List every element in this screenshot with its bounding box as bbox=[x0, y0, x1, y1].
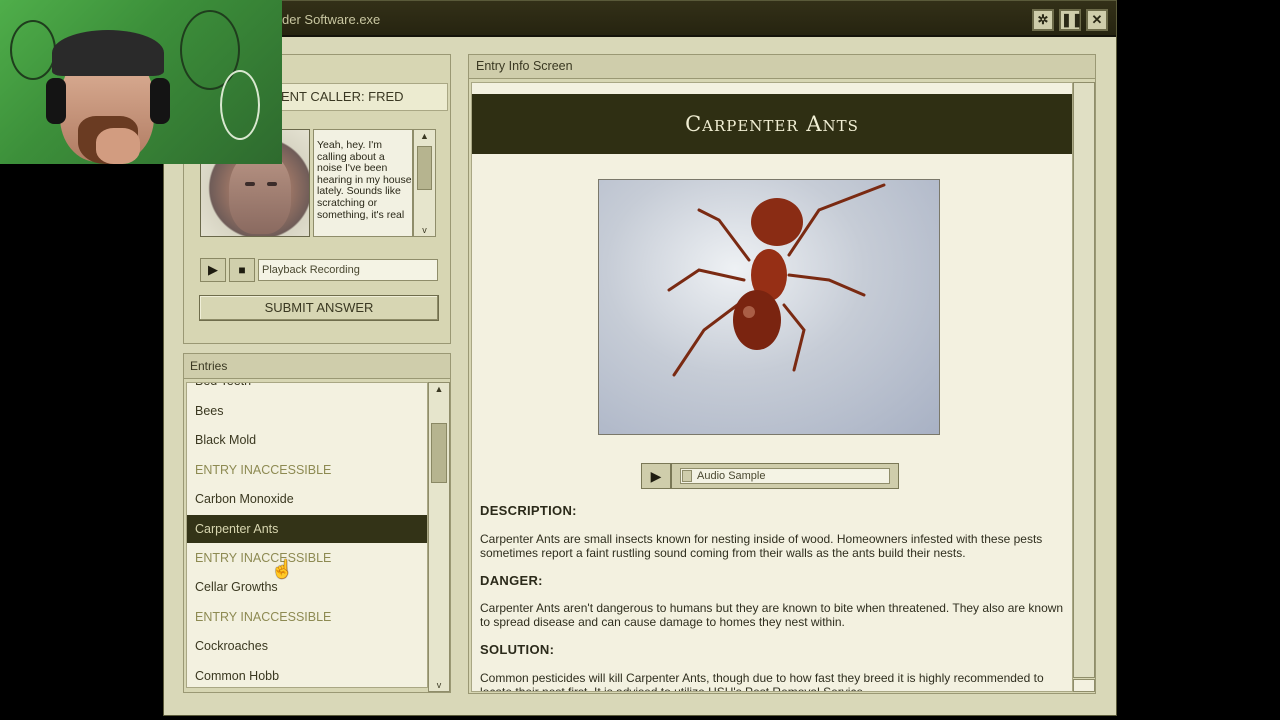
entry-info-content: Carpenter Ants ▶ Audio Sample DESCRIPTIO… bbox=[471, 82, 1073, 692]
list-item[interactable]: Common Hobb bbox=[187, 662, 427, 687]
app-window: der Software.exe ✲ ❚❚ ✕ ENT CALLER: FRED… bbox=[163, 0, 1117, 716]
description-text: Carpenter Ants are small insects known f… bbox=[480, 532, 1043, 560]
transcript-scroll-thumb[interactable] bbox=[417, 146, 432, 190]
list-item[interactable]: Black Mold bbox=[187, 426, 427, 454]
scroll-up-icon[interactable]: ▲ bbox=[414, 130, 435, 142]
entries-scroll-thumb[interactable] bbox=[431, 423, 447, 483]
ant-illustration bbox=[667, 183, 886, 377]
audio-progress-knob[interactable] bbox=[682, 470, 692, 482]
description-heading: DESCRIPTION: bbox=[480, 503, 577, 518]
close-button[interactable]: ✕ bbox=[1086, 9, 1108, 31]
webcam-background-figure bbox=[220, 70, 260, 140]
window-title: der Software.exe bbox=[282, 12, 381, 27]
pointer-cursor-icon: ☝ bbox=[271, 559, 294, 579]
stop-icon: ■ bbox=[238, 263, 246, 277]
webcam-overlay bbox=[0, 0, 282, 164]
solution-heading: SOLUTION: bbox=[480, 642, 555, 657]
caller-eye-left bbox=[245, 182, 255, 186]
pause-icon: ❚❚ bbox=[1061, 12, 1083, 27]
headphone-left bbox=[46, 78, 66, 124]
play-icon: ▶ bbox=[208, 262, 218, 277]
submit-answer-button[interactable]: SUBMIT ANSWER bbox=[199, 295, 439, 321]
gear-icon: ✲ bbox=[1037, 12, 1049, 27]
scroll-up-icon[interactable]: ▲ bbox=[429, 383, 449, 395]
audio-play-button[interactable]: ▶ bbox=[641, 463, 671, 489]
entry-info-panel: Entry Info Screen Carpenter Ants ▶ Audio… bbox=[468, 54, 1096, 694]
danger-text: Carpenter Ants aren't dangerous to human… bbox=[480, 601, 1064, 629]
scroll-down-icon[interactable]: v bbox=[429, 679, 449, 691]
list-item[interactable]: Carbon Monoxide bbox=[187, 485, 427, 513]
play-recording-button[interactable]: ▶ bbox=[200, 258, 226, 282]
list-item-selected[interactable]: Carpenter Ants bbox=[187, 515, 427, 543]
entries-header: Entries bbox=[184, 354, 450, 379]
settings-button[interactable]: ✲ bbox=[1032, 9, 1054, 31]
solution-text: Common pesticides will kill Carpenter An… bbox=[480, 671, 1044, 692]
entries-panel: Entries Bed Teeth Bees Black Mold ENTRY … bbox=[183, 353, 451, 693]
list-item[interactable]: Cellar Growths bbox=[187, 573, 427, 601]
caller-eye-right bbox=[267, 182, 277, 186]
danger-heading: DANGER: bbox=[480, 573, 543, 588]
list-item[interactable]: ENTRY INACCESSIBLE bbox=[187, 456, 427, 484]
audio-sample-label: Audio Sample bbox=[680, 468, 890, 484]
entries-scrollbar[interactable]: ▲ v bbox=[428, 382, 450, 692]
entries-list: Bed Teeth Bees Black Mold ENTRY INACCESS… bbox=[186, 382, 428, 688]
caller-transcript: Yeah, hey. I'm calling about a noise I'v… bbox=[313, 129, 413, 237]
list-item[interactable]: Bees bbox=[187, 397, 427, 425]
streamer-hand bbox=[96, 128, 140, 164]
close-icon: ✕ bbox=[1091, 12, 1103, 27]
audio-sample-field[interactable]: Audio Sample bbox=[671, 463, 899, 489]
entry-info-header: Entry Info Screen bbox=[469, 55, 1095, 79]
ant-photo bbox=[598, 179, 940, 435]
list-item-partial[interactable]: Bed Teeth bbox=[187, 383, 427, 395]
webcam-background-drawing bbox=[10, 20, 56, 80]
entry-title: Carpenter Ants bbox=[472, 94, 1072, 154]
list-item[interactable]: ENTRY INACCESSIBLE bbox=[187, 544, 427, 572]
entry-info-scrollbar[interactable] bbox=[1073, 82, 1095, 678]
headphone-right bbox=[150, 78, 170, 124]
streamer-cap bbox=[52, 30, 164, 76]
caller-face bbox=[229, 152, 291, 234]
entry-info-scroll-thumb[interactable] bbox=[1073, 679, 1095, 692]
pause-button[interactable]: ❚❚ bbox=[1059, 9, 1083, 31]
playback-field: Playback Recording bbox=[258, 259, 438, 281]
scroll-down-icon[interactable]: v bbox=[414, 224, 435, 236]
list-item[interactable]: Cockroaches bbox=[187, 632, 427, 660]
list-item[interactable]: ENTRY INACCESSIBLE bbox=[187, 603, 427, 631]
play-icon: ▶ bbox=[650, 468, 662, 484]
title-bar: der Software.exe ✲ ❚❚ ✕ bbox=[164, 1, 1116, 37]
transcript-scrollbar[interactable]: ▲ v bbox=[413, 129, 436, 237]
stop-recording-button[interactable]: ■ bbox=[229, 258, 255, 282]
